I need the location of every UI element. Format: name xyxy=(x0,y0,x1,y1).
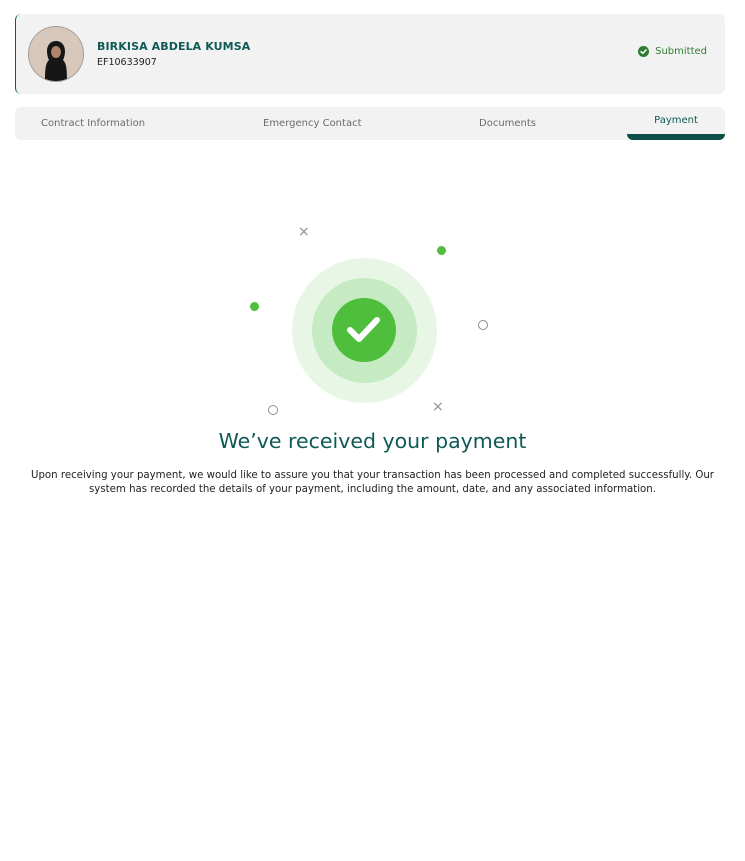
status-badge: Submitted xyxy=(638,46,707,57)
check-circle-icon xyxy=(638,46,650,57)
halo-outer xyxy=(292,258,437,403)
confetti-cross-icon: × xyxy=(432,399,444,415)
confetti-dot xyxy=(250,302,259,311)
confirmation-message: Upon receiving your payment, we would li… xyxy=(31,470,714,495)
tab-documents[interactable]: Documents xyxy=(479,107,536,140)
avatar xyxy=(29,27,83,81)
check-icon xyxy=(347,317,380,342)
tab-emergency-contact[interactable]: Emergency Contact xyxy=(263,107,362,140)
confetti-cross-icon: × xyxy=(298,224,310,240)
halo-inner xyxy=(312,278,417,383)
success-badge xyxy=(332,298,396,362)
status-text: Submitted xyxy=(655,46,707,57)
confetti-circle xyxy=(268,405,278,415)
profile-card: BIRKISA ABDELA KUMSA EF10633907 Submitte… xyxy=(15,14,725,94)
employee-id: EF10633907 xyxy=(97,57,157,68)
tab-bar: Contract Information Emergency Contact D… xyxy=(15,107,725,140)
tab-payment[interactable]: Payment xyxy=(627,107,725,140)
confetti-circle xyxy=(478,320,488,330)
confirmation-title: We’ve received your payment xyxy=(218,429,527,453)
confetti-dot xyxy=(437,246,446,255)
employee-name: BIRKISA ABDELA KUMSA xyxy=(97,40,251,53)
tab-contract-information[interactable]: Contract Information xyxy=(41,107,145,140)
